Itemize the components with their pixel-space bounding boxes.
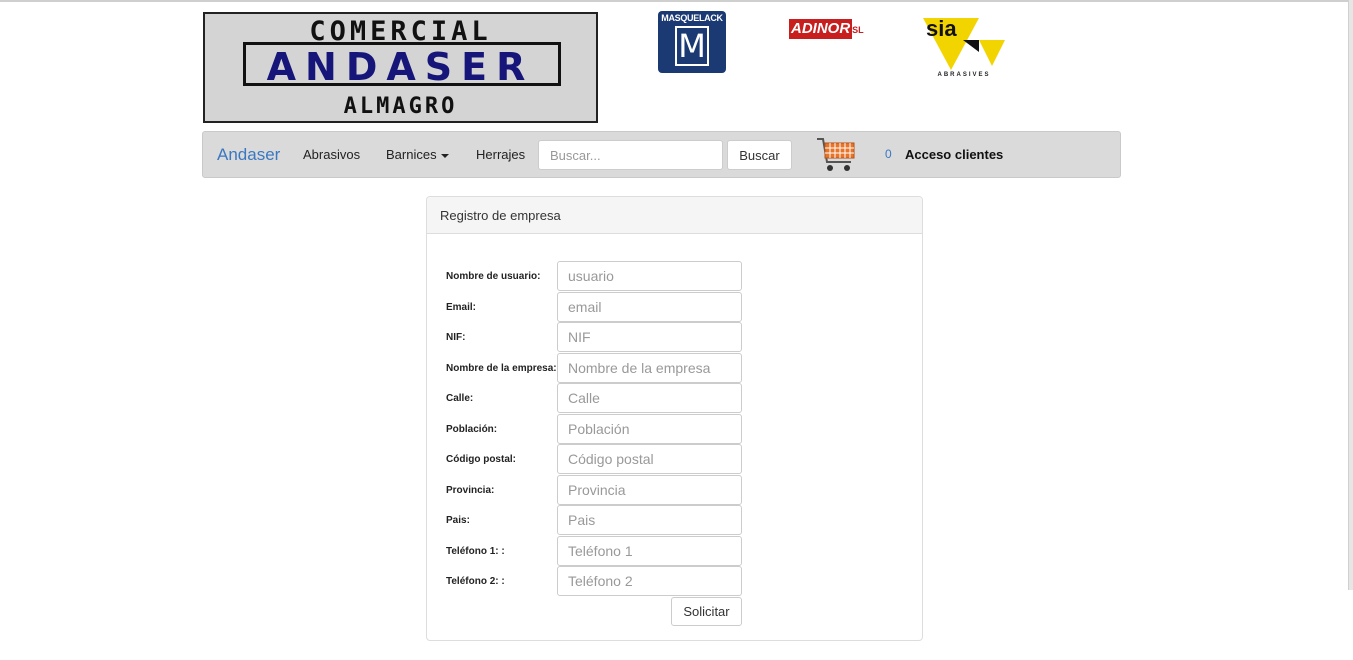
province-label: Provincia: <box>446 485 495 496</box>
client-access-link[interactable]: Acceso clientes <box>905 147 1003 162</box>
town-field[interactable] <box>557 414 742 444</box>
masquelack-label: MASQUELACK <box>661 13 723 23</box>
shopping-cart-icon[interactable] <box>815 134 857 174</box>
vertical-scrollbar[interactable] <box>1348 0 1353 590</box>
sia-label: sia <box>926 18 957 41</box>
nif-field[interactable] <box>557 322 742 352</box>
company-name-field[interactable] <box>557 353 742 383</box>
sia-caption: ABRASIVES <box>937 72 991 78</box>
masquelack-logo[interactable]: MASQUELACK M <box>658 11 726 73</box>
country-field[interactable] <box>557 505 742 535</box>
caret-down-icon <box>440 153 449 158</box>
email-label: Email: <box>446 302 477 313</box>
adinor-suffix: SL <box>852 25 864 35</box>
nav-item-herrajes[interactable]: Herrajes <box>476 147 525 162</box>
masquelack-letter: M <box>675 26 709 66</box>
navbar-brand[interactable]: Andaser <box>217 145 280 165</box>
phone-2-field[interactable] <box>557 566 742 596</box>
nav-item-barnices[interactable]: Barnices <box>386 147 449 162</box>
company-name-label: Nombre de la empresa: <box>446 363 557 374</box>
nav-item-abrasivos[interactable]: Abrasivos <box>303 147 360 162</box>
nif-label: NIF: <box>446 332 466 343</box>
adinor-label: ADINOR <box>789 19 853 39</box>
province-field[interactable] <box>557 475 742 505</box>
adinor-logo[interactable]: ADINOR SL <box>789 19 871 39</box>
street-field[interactable] <box>557 383 742 413</box>
username-field[interactable] <box>557 261 742 291</box>
submit-request-button[interactable]: Solicitar <box>671 597 742 626</box>
cart-count-badge: 0 <box>885 147 892 161</box>
street-label: Calle: <box>446 393 474 404</box>
town-label: Población: <box>446 424 498 435</box>
sia-abrasives-logo[interactable]: sia ABRASIVES <box>923 16 1007 82</box>
logo-line-almagro: ALMAGRO <box>343 94 458 119</box>
search-input[interactable] <box>538 140 723 170</box>
postal-code-label: Código postal: <box>446 454 516 465</box>
username-label: Nombre de usuario: <box>446 271 541 282</box>
phone-1-field[interactable] <box>557 536 742 566</box>
postal-code-field[interactable] <box>557 444 742 474</box>
panel-title: Registro de empresa <box>427 197 922 234</box>
main-navbar: Andaser Abrasivos Barnices Herrajes Busc… <box>202 131 1121 178</box>
comercial-andaser-logo: COMERCIAL ANDASER ALMAGRO <box>203 12 598 123</box>
company-registration-panel: Registro de empresa Nombre de usuario: E… <box>426 196 923 641</box>
window-top-border <box>0 0 1353 2</box>
nav-item-barnices-label: Barnices <box>386 147 437 162</box>
search-button[interactable]: Buscar <box>727 140 792 170</box>
country-label: Pais: <box>446 515 470 526</box>
email-field[interactable] <box>557 292 742 322</box>
sia-emblem-icon: sia <box>923 16 1005 70</box>
phone-2-label: Teléfono 2: : <box>446 576 505 587</box>
logo-line-andaser: ANDASER <box>266 45 535 89</box>
phone-1-label: Teléfono 1: : <box>446 546 505 557</box>
